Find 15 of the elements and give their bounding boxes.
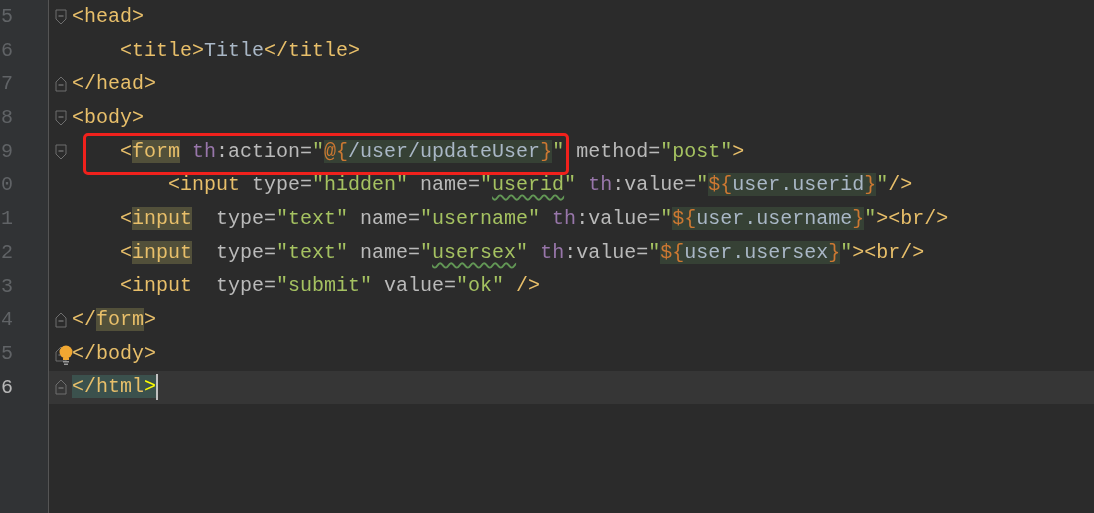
code-line: </body> bbox=[72, 340, 156, 367]
code-line: <input type="submit" value="ok" /> bbox=[119, 273, 541, 300]
code-line: <title>Title</title> bbox=[119, 37, 361, 64]
code-line: </form> bbox=[72, 307, 157, 334]
code-line: </head> bbox=[72, 71, 156, 98]
line-number: 6 bbox=[1, 374, 13, 401]
code-line: <input type="text" name="usersex" th:value="${user.usersex}"><br/> bbox=[119, 239, 925, 266]
fold-icon[interactable] bbox=[54, 345, 67, 362]
code-line: <input type="text" name="username" th:value="${user.username}"><br/> bbox=[119, 205, 949, 232]
code-line: <body> bbox=[72, 104, 144, 131]
code-line: <head> bbox=[72, 3, 144, 30]
code-line: <input type="hidden" name="userid" th:value="${user.userid}"/> bbox=[167, 172, 913, 199]
lightbulb-icon[interactable] bbox=[59, 344, 73, 365]
code-line: <form th:action="@{/user/updateUser}" method="post"> bbox=[119, 138, 745, 165]
code-line: </html> bbox=[72, 373, 159, 403]
